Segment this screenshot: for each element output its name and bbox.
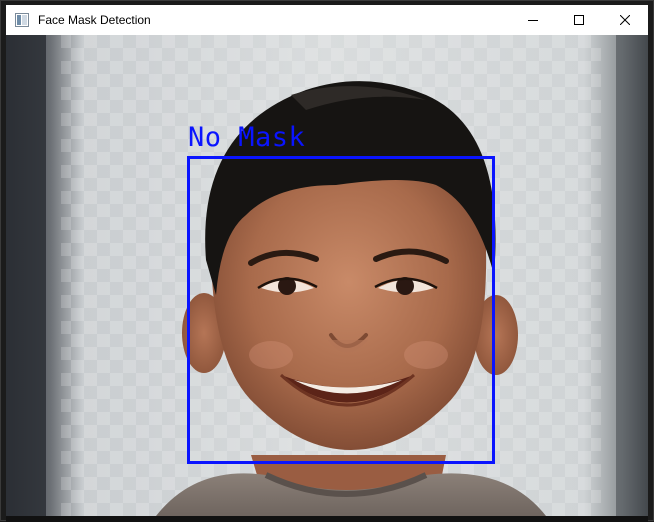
window-title: Face Mask Detection bbox=[38, 13, 151, 27]
window-bottom-border bbox=[6, 516, 648, 522]
detection-bounding-box bbox=[187, 156, 495, 464]
maximize-button[interactable] bbox=[556, 5, 602, 35]
minimize-button[interactable] bbox=[510, 5, 556, 35]
window-app-icon bbox=[14, 12, 30, 28]
maximize-icon bbox=[574, 15, 584, 25]
close-icon bbox=[620, 15, 630, 25]
video-frame: No Mask bbox=[6, 35, 648, 516]
window-controls bbox=[510, 5, 648, 35]
minimize-icon bbox=[528, 20, 538, 21]
close-button[interactable] bbox=[602, 5, 648, 35]
title-bar[interactable]: Face Mask Detection bbox=[6, 5, 648, 35]
app-window: Face Mask Detection No Mask bbox=[0, 0, 654, 522]
detection-label: No Mask bbox=[188, 122, 306, 153]
